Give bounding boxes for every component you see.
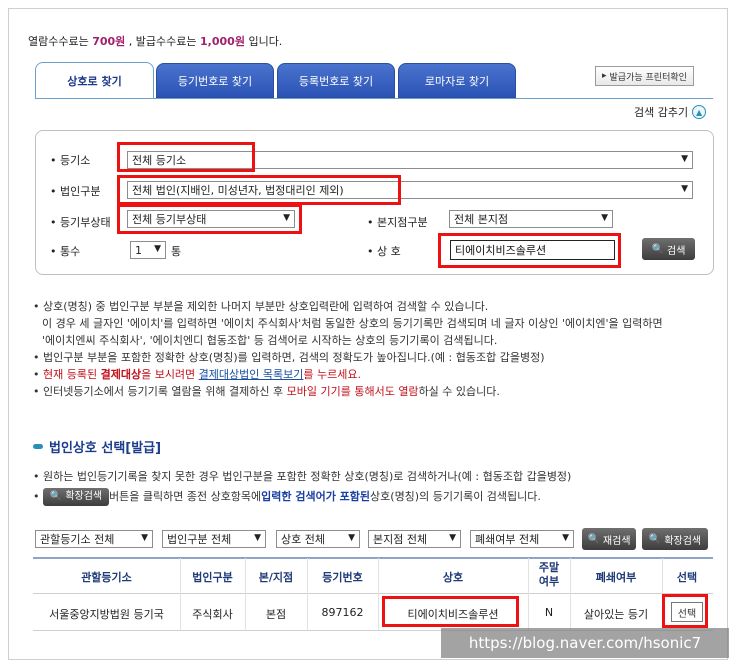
highlight-registry [117, 142, 255, 172]
tab-corporate-number[interactable]: 등록번호로 찾기 [277, 63, 395, 98]
th-branch: 본/지점 [258, 571, 294, 584]
filter-registry[interactable]: 관할등기소 전체 ▼ [35, 530, 153, 548]
highlight-corp-type [117, 175, 401, 205]
name-label: • 상 호 [367, 245, 401, 258]
filter-closed[interactable]: 폐쇄여부 전체 ▼ [470, 530, 574, 548]
highlight-name [438, 233, 621, 268]
th-closed: 폐쇄여부 [595, 571, 637, 584]
status-label: • 등기부상태 [50, 216, 111, 229]
td-closed: 살아있는 등기 [583, 608, 649, 621]
extended-search-button[interactable]: 🔍 확장검색 [642, 528, 708, 550]
td-reg-number: 897162 [321, 606, 364, 619]
chevron-down-icon: ▼ [601, 213, 608, 223]
section-tips: • 원하는 법인등기기록을 찾지 못한 경우 법인구분을 포함한 정확한 상호(… [33, 467, 571, 507]
td-corp-type: 주식회사 [192, 608, 233, 621]
chevron-up-icon: ▲ [692, 105, 707, 119]
hide-search-toggle[interactable]: 검색 감추기 ▲ [634, 104, 707, 120]
table-top-border [33, 557, 713, 559]
extended-search-inline-button[interactable]: 🔍 확장검색 [43, 488, 109, 506]
search-icon: 🔍 [587, 533, 600, 545]
chevron-down-icon: ▼ [681, 154, 688, 164]
highlight-select [662, 594, 708, 628]
th-registry: 관할등기소 [81, 571, 132, 584]
tab-roman-search[interactable]: 로마자로 찾기 [398, 63, 516, 98]
payment-list-link[interactable]: 결제대상법인 목록보기 [199, 368, 304, 381]
arrow-right-icon: ▸ [602, 71, 607, 81]
filter-branch[interactable]: 본지점 전체 ▼ [368, 530, 461, 548]
th-select: 선택 [676, 571, 698, 584]
search-icon: 🔍 [651, 243, 665, 255]
search-icon: 🔍 [49, 491, 63, 502]
td-weekend: N [544, 606, 554, 619]
fee-notice: 열람수수료는 700원 , 발급수수료는 1,000원 입니다. [28, 35, 283, 48]
watermark: https://blog.naver.com/hsonic7 [441, 628, 729, 658]
chevron-down-icon: ▼ [141, 533, 148, 543]
th-weekend: 주말 여부 [538, 561, 560, 588]
branch-select[interactable]: 전체 본지점 ▼ [449, 210, 613, 228]
section-title: 법인상호 선택[발급] [33, 437, 161, 456]
chevron-down-icon: ▼ [449, 533, 456, 543]
printer-check-button[interactable]: ▸ 발급가능 프린터확인 [595, 66, 694, 86]
branch-label: • 본지점구분 [367, 216, 428, 229]
corp-type-label: • 법인구분 [50, 185, 101, 198]
chevron-down-icon: ▼ [562, 533, 569, 543]
count-label: • 통수 [50, 245, 81, 258]
filter-name[interactable]: 상호 전체 ▼ [276, 530, 360, 548]
tab-name-search[interactable]: 상호로 찾기 [35, 62, 154, 99]
highlight-status [117, 204, 302, 234]
highlight-company-name [382, 596, 519, 627]
registry-label: • 등기소 [50, 154, 91, 167]
chevron-down-icon: ▼ [681, 184, 688, 194]
td-registry: 서울중앙지방법원 등기국 [49, 608, 164, 621]
chevron-down-icon: ▼ [254, 533, 261, 543]
chevron-down-icon: ▼ [348, 533, 355, 543]
table-header-divider [33, 593, 713, 594]
count-select[interactable]: 1 ▼ [130, 241, 166, 259]
search-button[interactable]: 🔍 검색 [642, 238, 695, 260]
filter-corp-type[interactable]: 법인구분 전체 ▼ [162, 530, 266, 548]
chevron-down-icon: ▼ [154, 244, 161, 254]
th-reg-number: 등기번호 [322, 571, 363, 584]
th-corp-type: 법인구분 [192, 571, 233, 584]
th-company-name: 상호 [442, 571, 464, 584]
search-icon: 🔍 [648, 533, 662, 545]
tab-registration-number[interactable]: 등기번호로 찾기 [156, 63, 274, 98]
count-unit: 통 [171, 245, 182, 258]
search-notes: • 상호(명칭) 중 법인구분 부분을 제외한 나머지 부분만 상호입력란에 입… [33, 300, 663, 398]
bullet-icon [33, 444, 43, 449]
td-branch: 본점 [265, 608, 287, 621]
tab-underline [35, 98, 713, 99]
research-button[interactable]: 🔍 재검색 [582, 528, 636, 550]
